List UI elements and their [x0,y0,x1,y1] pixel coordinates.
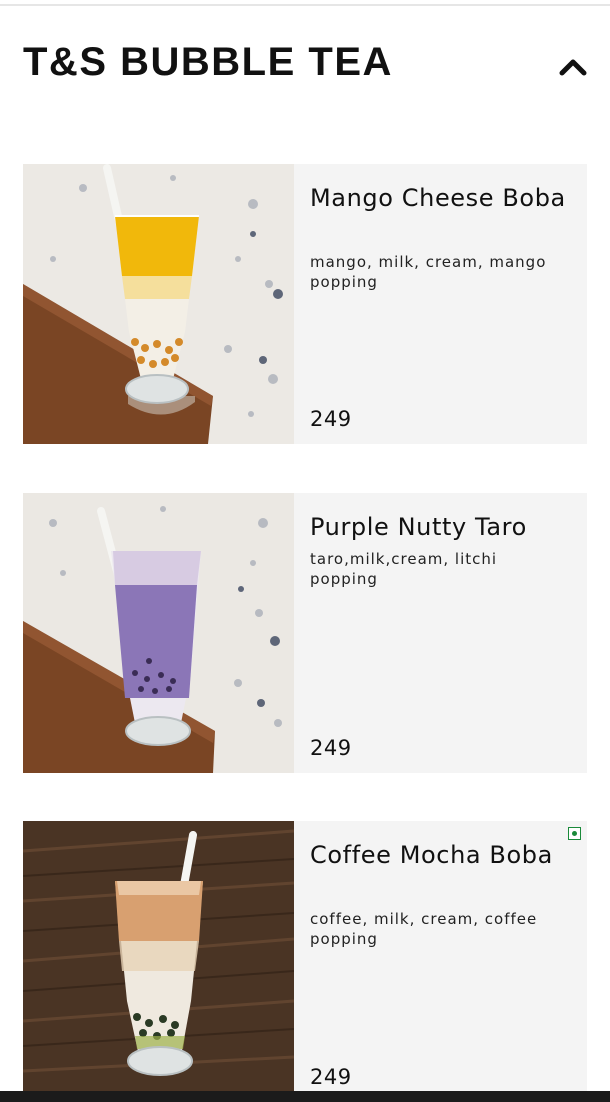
item-description: taro,milk,cream, litchi popping [310,550,498,588]
item-name: Mango Cheese Boba [310,184,566,212]
menu-item-info: Coffee Mocha Boba coffee, milk, cream, c… [294,821,587,1102]
taro-boba-drink-photo [23,493,294,773]
item-price: 249 [310,736,352,760]
item-description: mango, milk, cream, mango popping [310,253,547,291]
mango-boba-drink-photo [23,164,294,444]
item-price: 249 [310,407,352,431]
category-header[interactable]: T&S BUBBLE TEA [0,0,610,130]
coffee-boba-drink-photo [23,821,294,1102]
bottom-bar [0,1091,610,1102]
menu-item-card[interactable]: Coffee Mocha Boba coffee, milk, cream, c… [23,821,587,1102]
category-title: T&S BUBBLE TEA [23,40,393,84]
item-name: Coffee Mocha Boba [310,841,553,869]
menu-item-info: Purple Nutty Taro taro,milk,cream, litch… [294,493,587,773]
menu-item-card[interactable]: Mango Cheese Boba mango, milk, cream, ma… [23,164,587,444]
item-name: Purple Nutty Taro [310,513,527,541]
menu-item-card[interactable]: Purple Nutty Taro taro,milk,cream, litch… [23,493,587,773]
chevron-up-icon[interactable] [556,52,590,80]
item-description: coffee, milk, cream, coffee popping [310,910,538,948]
menu-item-info: Mango Cheese Boba mango, milk, cream, ma… [294,164,587,444]
item-price: 249 [310,1065,352,1089]
